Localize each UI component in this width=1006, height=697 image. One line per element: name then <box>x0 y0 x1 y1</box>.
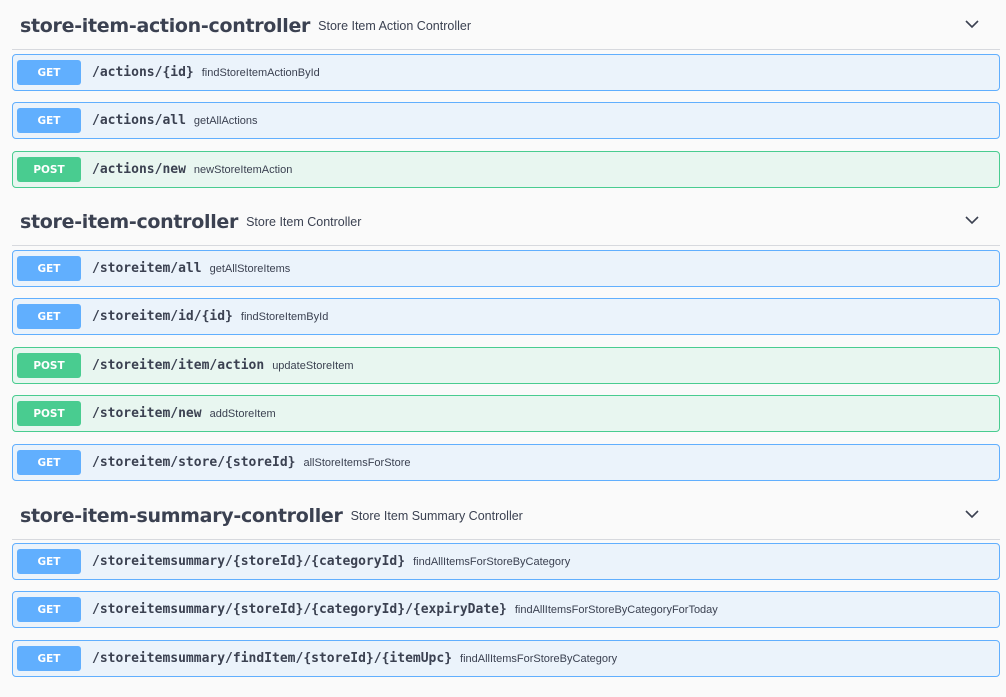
section-store-item-action-controller: store-item-action-controller Store Item … <box>12 2 1000 50</box>
operation-summary: getAllActions <box>193 114 258 127</box>
operation-summary: findAllItemsForStoreByCategory <box>460 652 618 665</box>
operation-summary: findStoreItemActionById <box>201 66 320 79</box>
operation-summary: allStoreItemsForStore <box>303 456 411 469</box>
operation-post-storeitem-new[interactable]: POST /storeitem/new addStoreItem <box>12 395 1000 432</box>
operation-path: /actions/new <box>92 162 186 177</box>
section-store-item-summary-controller: store-item-summary-controller Store Item… <box>12 492 1000 540</box>
method-badge: GET <box>17 597 81 622</box>
operation-summary: getAllStoreItems <box>209 262 291 275</box>
section-title: store-item-controller <box>20 210 239 233</box>
operation-summary: updateStoreItem <box>272 359 354 372</box>
method-badge: GET <box>17 304 81 329</box>
operation-get-actions-id[interactable]: GET /actions/{id} findStoreItemActionByI… <box>12 54 1000 91</box>
operation-post-storeitem-item-action[interactable]: POST /storeitem/item/action updateStoreI… <box>12 347 1000 384</box>
method-badge: GET <box>17 60 81 85</box>
method-badge: GET <box>17 256 81 281</box>
operation-get-actions-all[interactable]: GET /actions/all getAllActions <box>12 102 1000 139</box>
section-store-item-controller: store-item-controller Store Item Control… <box>12 198 1000 246</box>
operation-summary: findAllItemsForStoreByCategoryForToday <box>514 603 718 616</box>
operation-path: /actions/{id} <box>92 65 194 80</box>
section-header[interactable]: store-item-controller Store Item Control… <box>12 198 1000 246</box>
method-badge: POST <box>17 157 81 182</box>
operation-path: /storeitemsummary/{storeId}/{categoryId} <box>92 554 406 569</box>
method-badge: GET <box>17 646 81 671</box>
section-header[interactable]: store-item-action-controller Store Item … <box>12 2 1000 50</box>
operation-summary: findStoreItemById <box>240 310 329 323</box>
swagger-page: store-item-action-controller Store Item … <box>0 0 1006 697</box>
operation-path: /storeitem/item/action <box>92 358 265 373</box>
operation-get-storeitemsummary-finditem[interactable]: GET /storeitemsummary/findItem/{storeId}… <box>12 640 1000 677</box>
method-badge: GET <box>17 549 81 574</box>
chevron-down-icon[interactable] <box>964 506 980 522</box>
chevron-down-icon[interactable] <box>964 16 980 32</box>
operation-summary: addStoreItem <box>209 407 276 420</box>
operation-path: /storeitem/all <box>92 261 202 276</box>
operation-post-actions-new[interactable]: POST /actions/new newStoreItemAction <box>12 151 1000 188</box>
operation-summary: newStoreItemAction <box>193 163 293 176</box>
section-description: Store Item Action Controller <box>318 18 471 33</box>
method-badge: POST <box>17 353 81 378</box>
operation-get-storeitemsummary-category[interactable]: GET /storeitemsummary/{storeId}/{categor… <box>12 543 1000 580</box>
section-description: Store Item Summary Controller <box>350 508 523 523</box>
operation-path: /storeitem/store/{storeId} <box>92 455 296 470</box>
operation-get-storeitemsummary-expiry[interactable]: GET /storeitemsummary/{storeId}/{categor… <box>12 591 1000 628</box>
section-title: store-item-action-controller <box>20 14 311 37</box>
method-badge: POST <box>17 401 81 426</box>
method-badge: GET <box>17 108 81 133</box>
section-description: Store Item Controller <box>246 214 362 229</box>
operation-path: /storeitem/new <box>92 406 202 421</box>
operation-get-storeitem-id[interactable]: GET /storeitem/id/{id} findStoreItemById <box>12 298 1000 335</box>
method-badge: GET <box>17 450 81 475</box>
operation-get-storeitem-store[interactable]: GET /storeitem/store/{storeId} allStoreI… <box>12 444 1000 481</box>
chevron-down-icon[interactable] <box>964 212 980 228</box>
operation-path: /storeitemsummary/findItem/{storeId}/{it… <box>92 651 453 666</box>
operation-summary: findAllItemsForStoreByCategory <box>413 555 571 568</box>
operation-get-storeitem-all[interactable]: GET /storeitem/all getAllStoreItems <box>12 250 1000 287</box>
operation-path: /actions/all <box>92 113 186 128</box>
operation-path: /storeitem/id/{id} <box>92 309 233 324</box>
section-header[interactable]: store-item-summary-controller Store Item… <box>12 492 1000 540</box>
section-title: store-item-summary-controller <box>20 504 343 527</box>
operation-path: /storeitemsummary/{storeId}/{categoryId}… <box>92 602 507 617</box>
